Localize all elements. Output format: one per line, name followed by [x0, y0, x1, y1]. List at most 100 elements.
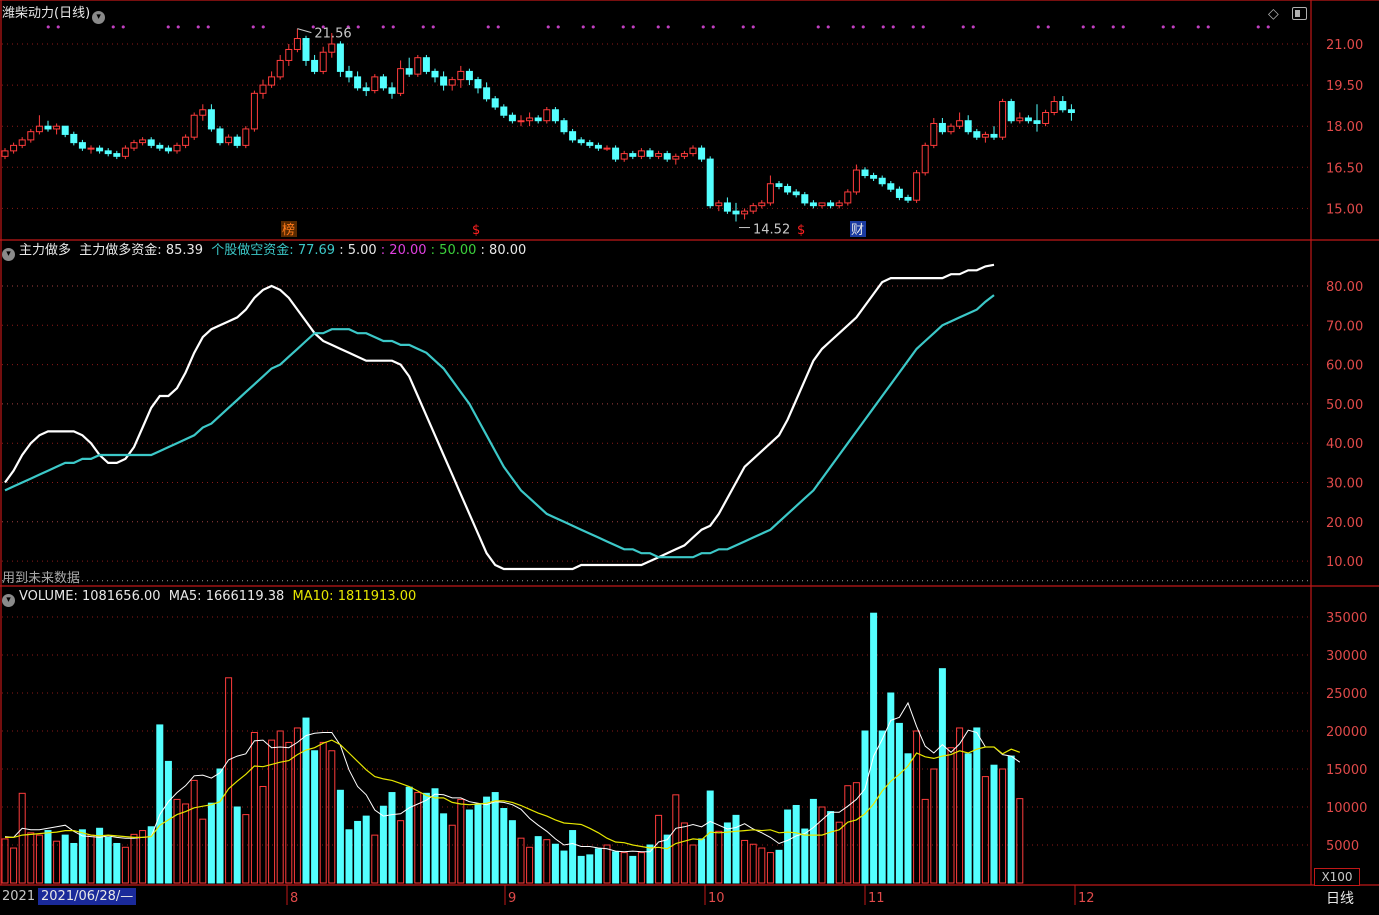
diamond-icon[interactable]: ◇: [1268, 6, 1279, 22]
volume-bar: [526, 846, 534, 884]
event-marker: $: [472, 223, 480, 238]
volume-bar: [448, 824, 456, 884]
stock-chart-window[interactable]: 21.00 19.50 18.00 16.50 15.00 • • • • • • • • • •…: [0, 0, 1379, 911]
volume-bar: [551, 843, 559, 884]
candle-body: [311, 59, 319, 72]
candle-body: [139, 139, 147, 144]
candle-body: [827, 202, 835, 207]
volume-bar: [474, 803, 482, 884]
volume-bar: [285, 741, 293, 884]
volume-axis-label: 20000: [1326, 725, 1367, 740]
candle-body: [706, 158, 714, 207]
price-panel-header: 潍柴动力(日线) ▾: [2, 4, 109, 24]
volume-bar: [1, 838, 9, 884]
candle-body: [96, 147, 104, 152]
candle-body: [620, 153, 628, 160]
event-dot: • •: [655, 21, 671, 34]
volume-bar: [921, 798, 929, 884]
volume-bar: [422, 792, 430, 884]
price-axis-label: 19.50: [1326, 79, 1363, 94]
window-toggle-icon[interactable]: [1292, 7, 1307, 20]
candle-body: [268, 76, 276, 86]
cursor-date-box[interactable]: 2021/06/28/—: [38, 888, 137, 905]
ma5-value: MA5: 1666119.38: [168, 589, 285, 604]
candle-body: [913, 172, 921, 201]
volume-bar: [766, 852, 774, 884]
volume-bar: [164, 760, 172, 884]
candle-body: [354, 76, 362, 89]
candle-body: [1024, 117, 1032, 122]
volume-bar: [930, 768, 938, 884]
volume-bar: [440, 813, 448, 884]
volume-bar: [698, 838, 706, 884]
dropdown-icon[interactable]: ▾: [2, 248, 15, 261]
event-dot: • •: [740, 21, 756, 34]
candle-body: [44, 125, 52, 130]
volume-bar: [199, 818, 207, 884]
volume-bar: [594, 848, 602, 884]
volume-bar: [620, 852, 628, 884]
volume-bar: [569, 830, 577, 884]
low-label: 14.52: [753, 223, 790, 238]
indicator-axis-label: 70.00: [1326, 319, 1363, 334]
volume-bar: [784, 809, 792, 884]
candle-body: [801, 194, 809, 204]
dropdown-icon[interactable]: ▾: [2, 594, 15, 607]
volume-axis-label: 35000: [1326, 611, 1367, 626]
candle-body: [560, 120, 568, 133]
volume-bar: [646, 844, 654, 884]
volume-bar: [706, 790, 714, 884]
candle-body: [603, 147, 611, 150]
event-marker: 财: [851, 223, 864, 238]
candle-body: [397, 68, 405, 94]
indicator-axis-label: 80.00: [1326, 280, 1363, 295]
series-short-line: [4, 294, 995, 559]
volume-bar: [345, 829, 353, 884]
volume-axis-label: 5000: [1326, 839, 1359, 854]
candle-body: [956, 120, 964, 127]
candle-body: [440, 76, 448, 86]
candle-body: [276, 59, 284, 78]
candle-body: [250, 92, 258, 130]
candle-body: [981, 133, 989, 138]
candle-body: [199, 109, 207, 116]
candle-body: [78, 142, 86, 149]
event-dot: • •: [850, 21, 866, 34]
candle-body: [147, 139, 155, 146]
candle-body: [655, 153, 663, 157]
month-label: 12: [1078, 891, 1095, 906]
event-dot: • •: [960, 21, 976, 34]
volume-bar: [904, 753, 912, 884]
volume-bar: [543, 839, 551, 884]
volume-bar: [491, 792, 499, 884]
price-axis-label: 18.00: [1326, 120, 1363, 135]
event-dot: • •: [1080, 21, 1096, 34]
volume-bar: [672, 794, 680, 884]
event-dot: • •: [1160, 21, 1176, 34]
volume-bar: [87, 834, 95, 884]
price-axis-label: 21.00: [1326, 38, 1363, 53]
candle-body: [422, 57, 430, 72]
event-dot: • •: [1195, 21, 1211, 34]
volume-bar: [827, 811, 835, 884]
candle-body: [852, 169, 860, 193]
volume-panel-header: ▾ VOLUME: 1081656.00 MA5: 1666119.38 MA10…: [0, 587, 416, 607]
volume-bar: [121, 846, 129, 884]
candle-body: [534, 117, 542, 122]
volume-axis-label: 25000: [1326, 687, 1367, 702]
volume-bar: [577, 855, 585, 884]
volume-bar: [732, 814, 740, 884]
volume-bar: [603, 844, 611, 884]
volume-bar: [190, 779, 198, 884]
volume-bar: [225, 677, 233, 884]
candle-body: [121, 147, 129, 157]
dropdown-icon[interactable]: ▾: [92, 11, 106, 24]
candle-body: [861, 169, 869, 177]
chart-canvas[interactable]: 21.00 19.50 18.00 16.50 15.00 • • • • • • • • • •…: [0, 0, 1379, 911]
candle-body: [818, 202, 826, 207]
period-button[interactable]: 日线: [1326, 888, 1354, 908]
volume-bar: [242, 814, 250, 884]
candle-body: [517, 120, 525, 123]
candle-body: [259, 84, 267, 94]
candle-body: [921, 144, 929, 174]
